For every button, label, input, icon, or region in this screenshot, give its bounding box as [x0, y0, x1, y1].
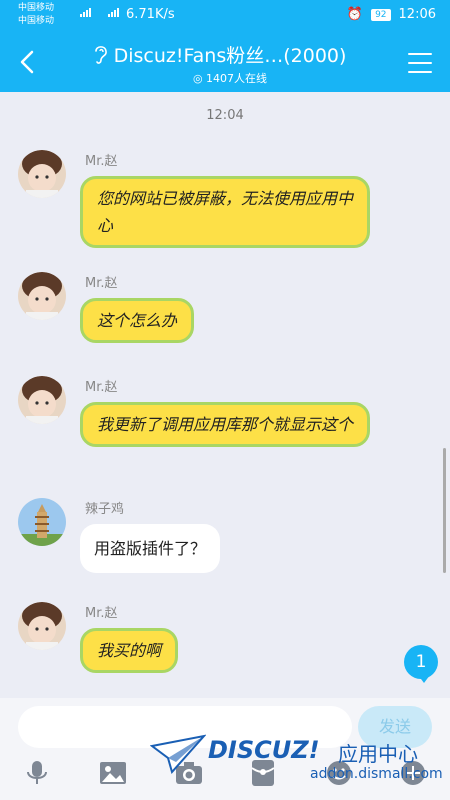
camera-icon[interactable] [174, 758, 204, 788]
chat-header: Discuz!Fans粉丝…(2000) ◎ 1407人在线 [0, 34, 450, 92]
message-bubble[interactable]: 这个怎么办 [80, 298, 195, 343]
status-bar: 中国移动 中国移动 6.71K/s ⏰ 92 12:06 [0, 0, 450, 34]
microphone-icon[interactable] [22, 758, 52, 788]
carrier-2: 中国移动 [18, 16, 55, 26]
online-icon: ◎ [192, 72, 203, 85]
chat-timestamp: 12:04 [206, 108, 244, 123]
avatar[interactable] [18, 376, 66, 424]
message-input[interactable] [18, 706, 352, 748]
plus-icon[interactable] [398, 758, 428, 788]
group-title: Discuz!Fans粉丝…(2000) [113, 45, 347, 67]
send-button[interactable]: 发送 [358, 706, 432, 748]
emoji-icon[interactable] [324, 758, 354, 788]
ear-icon [95, 46, 107, 64]
message-bubble[interactable]: 您的网站已被屏蔽，无法使用应用中心 [80, 176, 370, 248]
message-bubble[interactable]: 我买的啊 [80, 628, 179, 673]
image-icon[interactable] [98, 758, 128, 788]
online-count: ◎ 1407人在线 [90, 70, 370, 86]
carrier-1: 中国移动 [18, 3, 55, 13]
avatar[interactable] [18, 602, 66, 650]
back-arrow-icon[interactable] [16, 50, 40, 74]
alarm-icon: ⏰ [346, 7, 364, 22]
sender-name: Mr.赵 [85, 380, 118, 395]
sender-name: Mr.赵 [85, 276, 118, 291]
menu-icon[interactable] [408, 53, 432, 73]
sender-name: Mr.赵 [85, 154, 118, 169]
signal-icon [108, 8, 119, 17]
avatar[interactable] [18, 272, 66, 320]
avatar[interactable] [18, 498, 66, 546]
online-count-label: 1407人在线 [206, 72, 268, 85]
battery-icon: 92 [371, 8, 391, 21]
scrollbar[interactable] [443, 448, 446, 573]
unread-badge[interactable]: 1 [404, 645, 438, 683]
title-group[interactable]: Discuz!Fans粉丝…(2000) ◎ 1407人在线 [90, 41, 370, 86]
message-bubble[interactable]: 我更新了调用应用库那个就显示这个 [80, 402, 370, 447]
sender-name: Mr.赵 [85, 606, 118, 621]
signal-icon [80, 8, 91, 17]
message-bubble[interactable]: 用盗版插件了？ [80, 524, 221, 573]
avatar[interactable] [18, 150, 66, 198]
net-speed: 6.71K/s [126, 7, 175, 22]
input-bar: 发送 [0, 698, 450, 800]
clock: 12:06 [398, 7, 436, 22]
red-packet-icon[interactable] [248, 758, 278, 788]
sender-name: 辣子鸡 [85, 502, 125, 517]
